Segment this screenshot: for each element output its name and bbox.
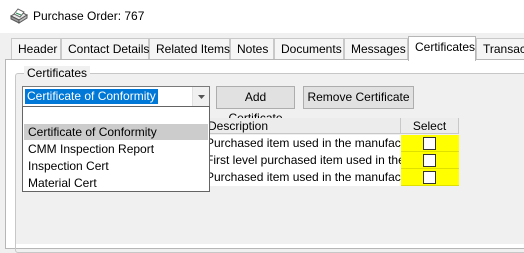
tab-notes[interactable]: Notes — [230, 38, 274, 60]
column-header-select[interactable]: Select — [401, 118, 459, 134]
select-checkbox[interactable] — [423, 137, 436, 150]
table-row-description: Purchased item used in the manufactu... — [204, 135, 401, 152]
combobox-selected-value: Certificate of Conformity — [25, 89, 158, 104]
tab-transact[interactable]: Transact — [476, 38, 524, 60]
add-certificate-button[interactable]: Add Certificate — [216, 86, 295, 125]
certificate-type-dropdown-list: Certificate of Conformity CMM Inspection… — [22, 106, 210, 192]
dropdown-option-material-cert[interactable]: Material Cert — [24, 175, 208, 191]
tab-strip: Header Contact Details Related Items Not… — [0, 33, 524, 61]
tab-related-items[interactable]: Related Items — [149, 38, 230, 60]
window-title: Purchase Order: 767 — [33, 9, 145, 23]
select-checkbox[interactable] — [423, 171, 436, 184]
dropdown-option-certificate-of-conformity[interactable]: Certificate of Conformity — [24, 124, 208, 140]
table-row-select-cell — [401, 169, 459, 186]
column-header-description[interactable]: Description — [204, 118, 401, 134]
dropdown-option-inspection-cert[interactable]: Inspection Cert — [24, 158, 208, 174]
tab-header[interactable]: Header — [11, 38, 61, 60]
title-bar: Purchase Order: 767 — [0, 0, 524, 33]
tab-contact-details[interactable]: Contact Details — [61, 38, 149, 60]
tab-messages[interactable]: Messages — [344, 38, 408, 60]
table-row-select-cell — [401, 152, 459, 169]
certificates-group-label: Certificates — [24, 66, 91, 80]
remove-certificate-button[interactable]: Remove Certificate — [303, 86, 414, 109]
table-row-description: First level purchased item used in the .… — [204, 152, 401, 169]
tab-certificates[interactable]: Certificates — [408, 36, 476, 61]
dropdown-option-cmm-inspection-report[interactable]: CMM Inspection Report — [24, 141, 208, 157]
select-checkbox[interactable] — [423, 154, 436, 167]
tab-documents[interactable]: Documents — [274, 38, 344, 60]
chevron-down-icon[interactable] — [192, 87, 209, 106]
certificate-type-combobox[interactable]: Certificate of Conformity — [22, 86, 210, 107]
table-row-description: Purchased item used in the manufactu... — [204, 169, 401, 186]
printer-icon — [9, 8, 29, 24]
table-row-select-cell — [401, 135, 459, 152]
